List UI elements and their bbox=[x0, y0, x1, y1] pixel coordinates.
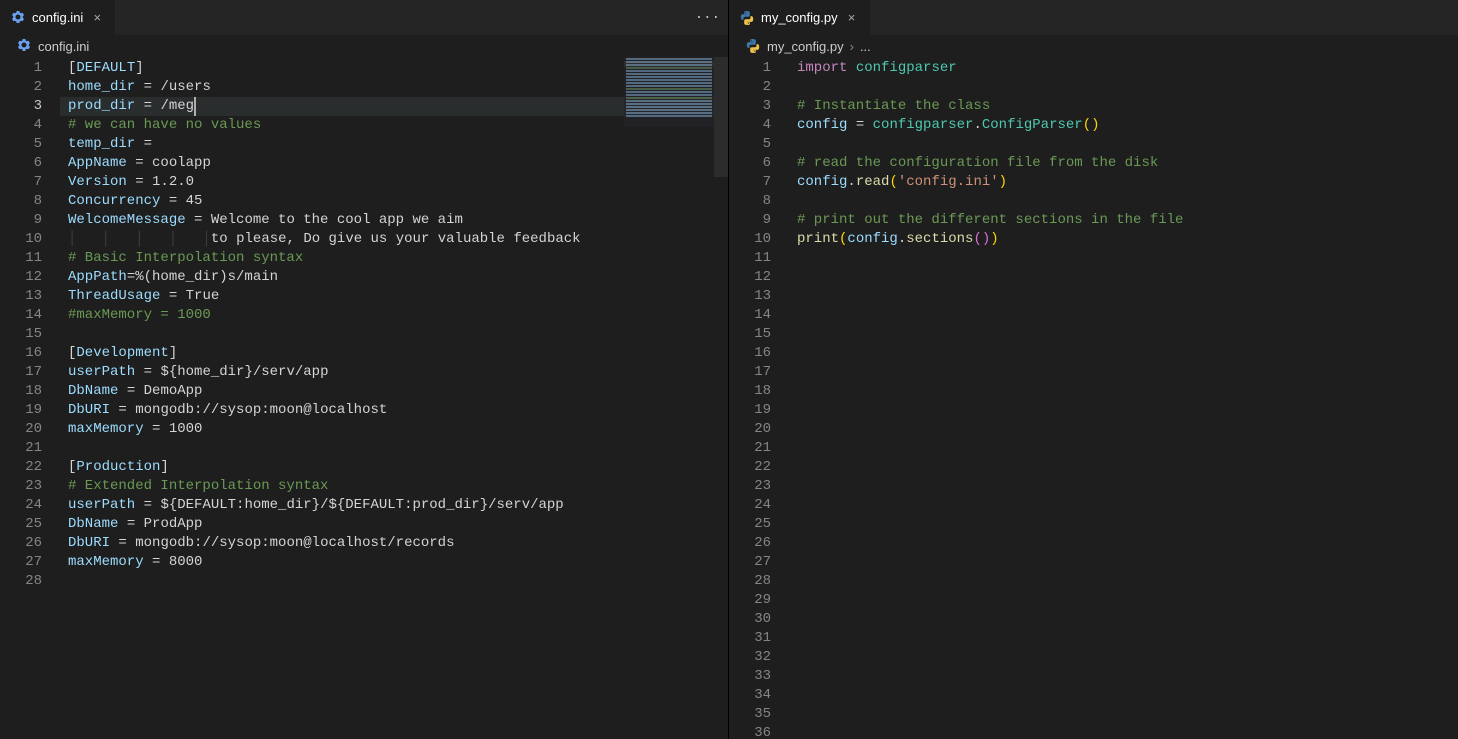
tab-bar-left: config.ini × ··· bbox=[0, 0, 728, 35]
breadcrumb-right[interactable]: my_config.py › ... bbox=[729, 35, 1458, 57]
editor-pane-right: my_config.py × my_config.py › ... 123456… bbox=[729, 0, 1458, 739]
gear-icon bbox=[10, 10, 26, 26]
python-icon bbox=[745, 38, 761, 54]
code-area-left[interactable]: [DEFAULT]home_dir = /usersprod_dir = /me… bbox=[60, 57, 728, 739]
chevron-right-icon: › bbox=[850, 39, 854, 54]
tab-config-ini[interactable]: config.ini × bbox=[0, 0, 116, 35]
scrollbar-vertical[interactable] bbox=[714, 57, 728, 739]
minimap[interactable] bbox=[624, 57, 714, 127]
editor-right[interactable]: 1234567891011121314151617181920212223242… bbox=[729, 57, 1458, 739]
tab-label: my_config.py bbox=[761, 10, 838, 25]
code-area-right[interactable]: import configparser# Instantiate the cla… bbox=[789, 57, 1458, 739]
gear-icon bbox=[16, 38, 32, 54]
tab-actions-left[interactable]: ··· bbox=[695, 0, 728, 35]
editor-pane-left: config.ini × ··· config.ini 123456789101… bbox=[0, 0, 729, 739]
breadcrumb-file[interactable]: my_config.py bbox=[767, 39, 844, 54]
editor-left[interactable]: 1234567891011121314151617181920212223242… bbox=[0, 57, 728, 739]
line-number-gutter: 1234567891011121314151617181920212223242… bbox=[0, 57, 60, 739]
breadcrumb-more[interactable]: ... bbox=[860, 39, 871, 54]
tab-bar-right: my_config.py × bbox=[729, 0, 1458, 35]
more-actions-icon[interactable]: ··· bbox=[695, 10, 720, 26]
breadcrumb-left[interactable]: config.ini bbox=[0, 35, 728, 57]
breadcrumb-file[interactable]: config.ini bbox=[38, 39, 89, 54]
close-icon[interactable]: × bbox=[844, 10, 860, 25]
python-icon bbox=[739, 10, 755, 26]
line-number-gutter: 1234567891011121314151617181920212223242… bbox=[729, 57, 789, 739]
tab-my-config-py[interactable]: my_config.py × bbox=[729, 0, 871, 35]
close-icon[interactable]: × bbox=[89, 10, 105, 25]
tab-label: config.ini bbox=[32, 10, 83, 25]
